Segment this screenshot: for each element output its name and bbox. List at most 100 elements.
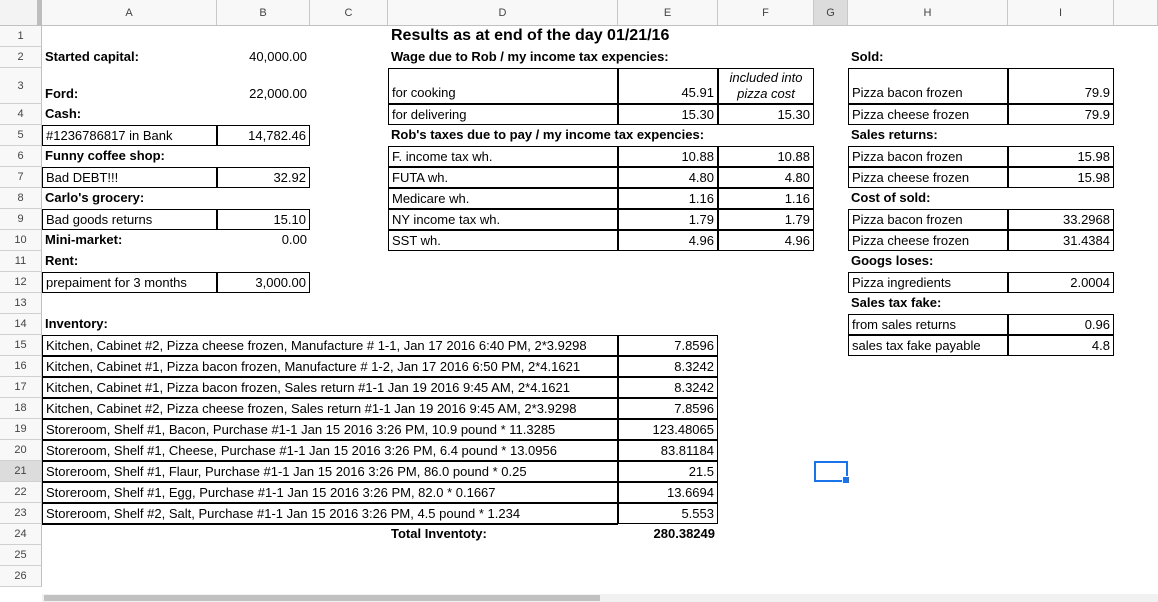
sales-returns-row-label[interactable]: Pizza bacon frozen: [848, 146, 1008, 167]
wage-row-label[interactable]: for delivering: [388, 104, 618, 125]
tax-row-value[interactable]: 4.96: [618, 230, 718, 251]
row-header-1[interactable]: 1: [0, 26, 42, 47]
row-header-5[interactable]: 5: [0, 125, 42, 146]
row-header-17[interactable]: 17: [0, 377, 42, 398]
cost-of-sold-label[interactable]: Cost of sold:: [848, 188, 1008, 209]
sold-row-label[interactable]: Pizza bacon frozen: [848, 68, 1008, 104]
funny-coffee-label[interactable]: Funny coffee shop:: [42, 146, 217, 167]
bank-value[interactable]: 14,782.46: [217, 125, 310, 146]
bad-debt-value[interactable]: 32.92: [217, 167, 310, 188]
cost-of-sold-row-label[interactable]: Pizza cheese frozen: [848, 230, 1008, 251]
tax-row-included[interactable]: 1.16: [718, 188, 814, 209]
rent-label[interactable]: Rent:: [42, 251, 217, 272]
row-header-4[interactable]: 4: [0, 104, 42, 125]
tax-row-label[interactable]: NY income tax wh.: [388, 209, 618, 230]
bad-debt-label[interactable]: Bad DEBT!!!: [42, 167, 217, 188]
inventory-row-value[interactable]: 123.48065: [618, 419, 718, 440]
row-header-11[interactable]: 11: [0, 251, 42, 272]
tax-row-label[interactable]: Medicare wh.: [388, 188, 618, 209]
sales-returns-row-value[interactable]: 15.98: [1008, 146, 1114, 167]
sheet-grid[interactable]: Results as at end of the day 01/21/16 Sta…: [42, 26, 1158, 602]
tax-row-value[interactable]: 4.80: [618, 167, 718, 188]
column-header-f[interactable]: F: [718, 0, 814, 26]
wage-header[interactable]: Wage due to Rob / my income tax expencie…: [388, 47, 814, 68]
inventory-row-label[interactable]: Kitchen, Cabinet #1, Pizza bacon frozen,…: [42, 377, 618, 398]
horizontal-scrollbar[interactable]: [42, 594, 1158, 602]
inventory-row-label[interactable]: Kitchen, Cabinet #2, Pizza cheese frozen…: [42, 335, 618, 356]
row-header-25[interactable]: 25: [0, 545, 42, 566]
tax-row-included[interactable]: 4.80: [718, 167, 814, 188]
sales-tax-fake-label[interactable]: Sales tax fake:: [848, 293, 1008, 314]
bad-goods-value[interactable]: 15.10: [217, 209, 310, 230]
inventory-row-label[interactable]: Kitchen, Cabinet #1, Pizza bacon frozen,…: [42, 356, 618, 377]
row-header-16[interactable]: 16: [0, 356, 42, 377]
inventory-label[interactable]: Inventory:: [42, 314, 217, 335]
row-header-13[interactable]: 13: [0, 293, 42, 314]
row-header-20[interactable]: 20: [0, 440, 42, 461]
inventory-row-value[interactable]: 83.81184: [618, 440, 718, 461]
sold-row-value[interactable]: 79.9: [1008, 104, 1114, 125]
row-header-18[interactable]: 18: [0, 398, 42, 419]
tax-row-value[interactable]: 1.79: [618, 209, 718, 230]
prepaid-label[interactable]: prepaiment for 3 months: [42, 272, 217, 293]
column-header-b[interactable]: B: [217, 0, 310, 26]
sales-returns-row-value[interactable]: 15.98: [1008, 167, 1114, 188]
bank-label[interactable]: #1236786817 in Bank: [42, 125, 217, 146]
row-header-23[interactable]: 23: [0, 503, 42, 524]
inventory-row-value[interactable]: 21.5: [618, 461, 718, 482]
tax-row-label[interactable]: FUTA wh.: [388, 167, 618, 188]
row-header-15[interactable]: 15: [0, 335, 42, 356]
tax-row-included[interactable]: 4.96: [718, 230, 814, 251]
column-header-i[interactable]: I: [1008, 0, 1114, 26]
goods-loses-row-value[interactable]: 2.0004: [1008, 272, 1114, 293]
report-title[interactable]: Results as at end of the day 01/21/16: [388, 26, 814, 47]
row-header-19[interactable]: 19: [0, 419, 42, 440]
goods-loses-row-label[interactable]: Pizza ingredients: [848, 272, 1008, 293]
prepaid-value[interactable]: 3,000.00: [217, 272, 310, 293]
cash-label[interactable]: Cash:: [42, 104, 217, 125]
column-header-e[interactable]: E: [618, 0, 718, 26]
sales-tax-fake-row-label[interactable]: sales tax fake payable: [848, 335, 1008, 356]
inventory-row-value[interactable]: 7.8596: [618, 398, 718, 419]
sales-tax-fake-row-value[interactable]: 4.8: [1008, 335, 1114, 356]
sales-tax-fake-row-label[interactable]: from sales returns: [848, 314, 1008, 335]
row-header-3[interactable]: 3: [0, 68, 42, 104]
column-header-c[interactable]: C: [310, 0, 388, 26]
started-capital-value[interactable]: 40,000.00: [217, 47, 310, 68]
row-header-8[interactable]: 8: [0, 188, 42, 209]
inventory-row-label[interactable]: Storeroom, Shelf #1, Egg, Purchase #1-1 …: [42, 482, 618, 503]
cost-of-sold-row-value[interactable]: 31.4384: [1008, 230, 1114, 251]
cost-of-sold-row-label[interactable]: Pizza bacon frozen: [848, 209, 1008, 230]
inventory-row-label[interactable]: Storeroom, Shelf #1, Flaur, Purchase #1-…: [42, 461, 618, 482]
taxes-header[interactable]: Rob's taxes due to pay / my income tax e…: [388, 125, 814, 146]
tax-row-value[interactable]: 10.88: [618, 146, 718, 167]
column-header-h[interactable]: H: [848, 0, 1008, 26]
tax-row-included[interactable]: 1.79: [718, 209, 814, 230]
total-inventory-label[interactable]: Total Inventoty:: [388, 524, 618, 545]
included-note[interactable]: included into pizza cost: [718, 68, 814, 104]
wage-row-value[interactable]: 45.91: [618, 68, 718, 104]
sales-returns-label[interactable]: Sales returns:: [848, 125, 1008, 146]
sold-label[interactable]: Sold:: [848, 47, 1008, 68]
row-header-12[interactable]: 12: [0, 272, 42, 293]
tax-row-label[interactable]: F. income tax wh.: [388, 146, 618, 167]
cost-of-sold-row-value[interactable]: 33.2968: [1008, 209, 1114, 230]
column-header-d[interactable]: D: [388, 0, 618, 26]
ford-label[interactable]: Ford:: [42, 68, 217, 104]
sales-returns-row-label[interactable]: Pizza cheese frozen: [848, 167, 1008, 188]
row-header-14[interactable]: 14: [0, 314, 42, 335]
sold-row-label[interactable]: Pizza cheese frozen: [848, 104, 1008, 125]
inventory-row-label[interactable]: Kitchen, Cabinet #2, Pizza cheese frozen…: [42, 398, 618, 419]
inventory-row-value[interactable]: 8.3242: [618, 356, 718, 377]
total-inventory-value[interactable]: 280.38249: [618, 524, 718, 545]
minimarket-label[interactable]: Mini-market:: [42, 230, 217, 251]
sold-row-value[interactable]: 79.9: [1008, 68, 1114, 104]
inventory-row-value[interactable]: 7.8596: [618, 335, 718, 356]
row-header-9[interactable]: 9: [0, 209, 42, 230]
row-header-22[interactable]: 22: [0, 482, 42, 503]
inventory-row-label[interactable]: Storeroom, Shelf #1, Bacon, Purchase #1-…: [42, 419, 618, 440]
ford-value[interactable]: 22,000.00: [217, 68, 310, 104]
inventory-row-label[interactable]: Storeroom, Shelf #1, Cheese, Purchase #1…: [42, 440, 618, 461]
select-all-corner[interactable]: [0, 0, 42, 26]
inventory-row-label[interactable]: Storeroom, Shelf #2, Salt, Purchase #1-1…: [42, 503, 618, 524]
